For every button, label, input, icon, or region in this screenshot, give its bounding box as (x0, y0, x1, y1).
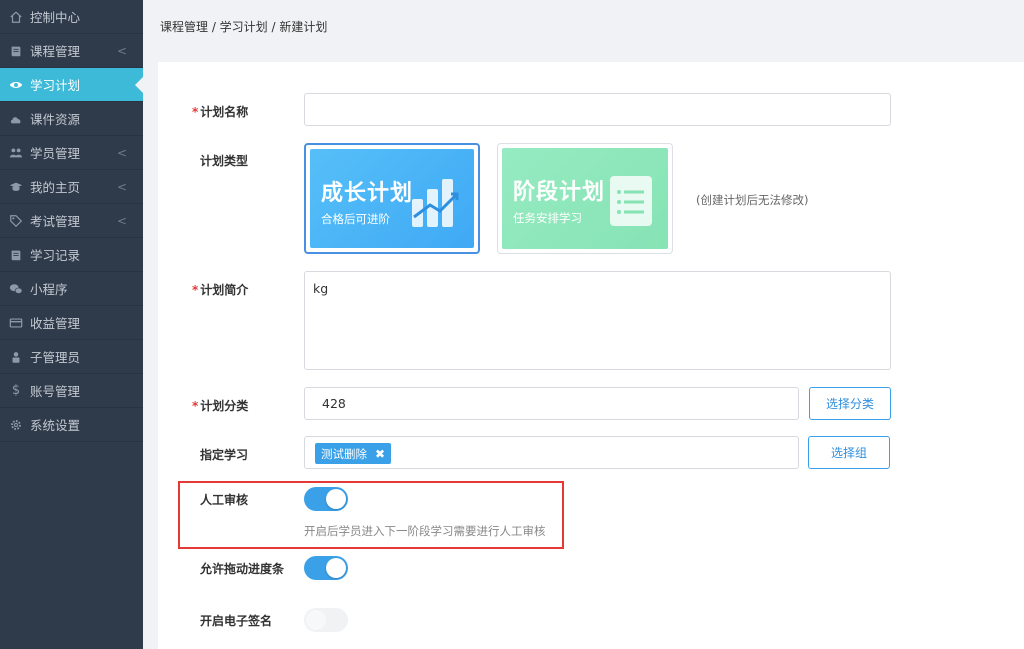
bar-chart-icon (412, 179, 459, 227)
toggle-knob (306, 610, 326, 630)
chevron-left-icon: < (116, 179, 127, 194)
plan-intro-textarea[interactable]: kg (304, 271, 891, 370)
sidebar-item-label: 学习计划 (30, 78, 81, 93)
sidebar-item-label: 账号管理 (30, 384, 81, 399)
plan-type-label: 计划类型 (200, 154, 249, 168)
card-subtitle: 合格后可进阶 (321, 212, 390, 226)
e-signature-label: 开启电子签名 (200, 614, 273, 628)
sidebar-item-label: 学员管理 (30, 146, 81, 161)
sidebar-item-my-homepage[interactable]: 我的主页 < (0, 170, 143, 204)
toggle-knob (326, 558, 346, 578)
sidebar-item-control-center[interactable]: 控制中心 (0, 0, 143, 34)
manual-review-label: 人工审核 (200, 493, 249, 507)
sidebar-item-label: 控制中心 (30, 10, 81, 25)
sidebar-item-label: 小程序 (30, 282, 68, 297)
chevron-left-icon: < (116, 43, 127, 58)
sidebar-item-label: 课程管理 (30, 44, 81, 59)
select-category-button[interactable]: 选择分类 (809, 387, 891, 420)
sidebar-item-study-records[interactable]: 学习记录 (0, 238, 143, 272)
home-icon (8, 9, 24, 25)
plan-name-input[interactable] (304, 93, 891, 126)
plan-category-label: * 计划分类 (192, 399, 249, 413)
sidebar-item-label: 课件资源 (30, 112, 81, 127)
card-title: 成长计划 (321, 181, 414, 206)
toggle-knob (326, 489, 346, 509)
sidebar-item-sub-admin[interactable]: 子管理员 (0, 340, 143, 374)
dollar-icon: $ (11, 383, 21, 398)
credit-card-icon (8, 315, 24, 331)
allow-drag-toggle[interactable] (304, 556, 348, 580)
tag-icon (8, 213, 24, 229)
sidebar-item-label: 系统设置 (30, 418, 81, 433)
eye-icon (8, 77, 24, 93)
select-group-button[interactable]: 选择组 (808, 436, 890, 469)
document-list-icon (610, 176, 652, 226)
card-title: 阶段计划 (513, 180, 606, 205)
plan-category-input[interactable]: 428 (304, 387, 799, 420)
plan-intro-label: * 计划简介 (192, 283, 249, 297)
plan-type-note: (创建计划后无法修改) (696, 193, 809, 207)
sidebar-item-label: 子管理员 (30, 350, 81, 365)
card-subtitle: 任务安排学习 (513, 211, 582, 225)
plan-name-label: * 计划名称 (192, 105, 249, 119)
sidebar-item-label: 我的主页 (30, 180, 81, 195)
sidebar-item-account-management[interactable]: $ 账号管理 (0, 374, 143, 408)
plan-type-card-stage[interactable]: 阶段计划 任务安排学习 (497, 143, 673, 254)
chevron-left-icon: < (116, 145, 127, 160)
required-mark: * (192, 283, 199, 297)
assigned-study-tag[interactable]: 测试删除 ✖ (315, 443, 392, 464)
cloud-icon (8, 111, 24, 127)
users-icon (8, 145, 24, 161)
sidebar-item-student-management[interactable]: 学员管理 < (0, 136, 143, 170)
gear-icon (8, 417, 24, 433)
breadcrumb: 课程管理 / 学习计划 / 新建计划 (160, 20, 328, 34)
sidebar-item-course-management[interactable]: 课程管理 < (0, 34, 143, 68)
sidebar-item-label: 考试管理 (30, 214, 81, 229)
book-icon (8, 43, 24, 59)
required-mark: * (192, 105, 199, 119)
user-lock-icon (8, 349, 24, 365)
manual-review-hint: 开启后学员进入下一阶段学习需要进行人工审核 (304, 524, 546, 538)
book-icon (8, 247, 24, 263)
chevron-left-icon: < (116, 213, 127, 228)
sidebar-item-label: 学习记录 (30, 248, 81, 263)
allow-drag-label: 允许拖动进度条 (200, 562, 285, 576)
plan-type-card-growth[interactable]: 成长计划 合格后可进阶 (304, 143, 480, 254)
sidebar-item-revenue-management[interactable]: 收益管理 (0, 306, 143, 340)
sidebar-item-exam-management[interactable]: 考试管理 < (0, 204, 143, 238)
tag-label: 测试删除 (321, 446, 367, 461)
assigned-study-label: 指定学习 (200, 448, 249, 462)
close-icon[interactable]: ✖ (375, 447, 385, 461)
sidebar: 控制中心 课程管理 < 学习计划 课件资源 学员管理 < 我的主页 < 考试管理… (0, 0, 143, 649)
sidebar-item-courseware[interactable]: 课件资源 (0, 102, 143, 136)
manual-review-toggle[interactable] (304, 487, 348, 511)
graduation-cap-icon (8, 179, 24, 195)
sidebar-item-label: 收益管理 (30, 316, 81, 331)
sidebar-item-mini-program[interactable]: 小程序 (0, 272, 143, 306)
sidebar-item-system-settings[interactable]: 系统设置 (0, 408, 143, 442)
wechat-icon (8, 281, 24, 297)
required-mark: * (192, 399, 199, 413)
sidebar-item-study-plan[interactable]: 学习计划 (0, 68, 143, 102)
e-signature-toggle[interactable] (304, 608, 348, 632)
